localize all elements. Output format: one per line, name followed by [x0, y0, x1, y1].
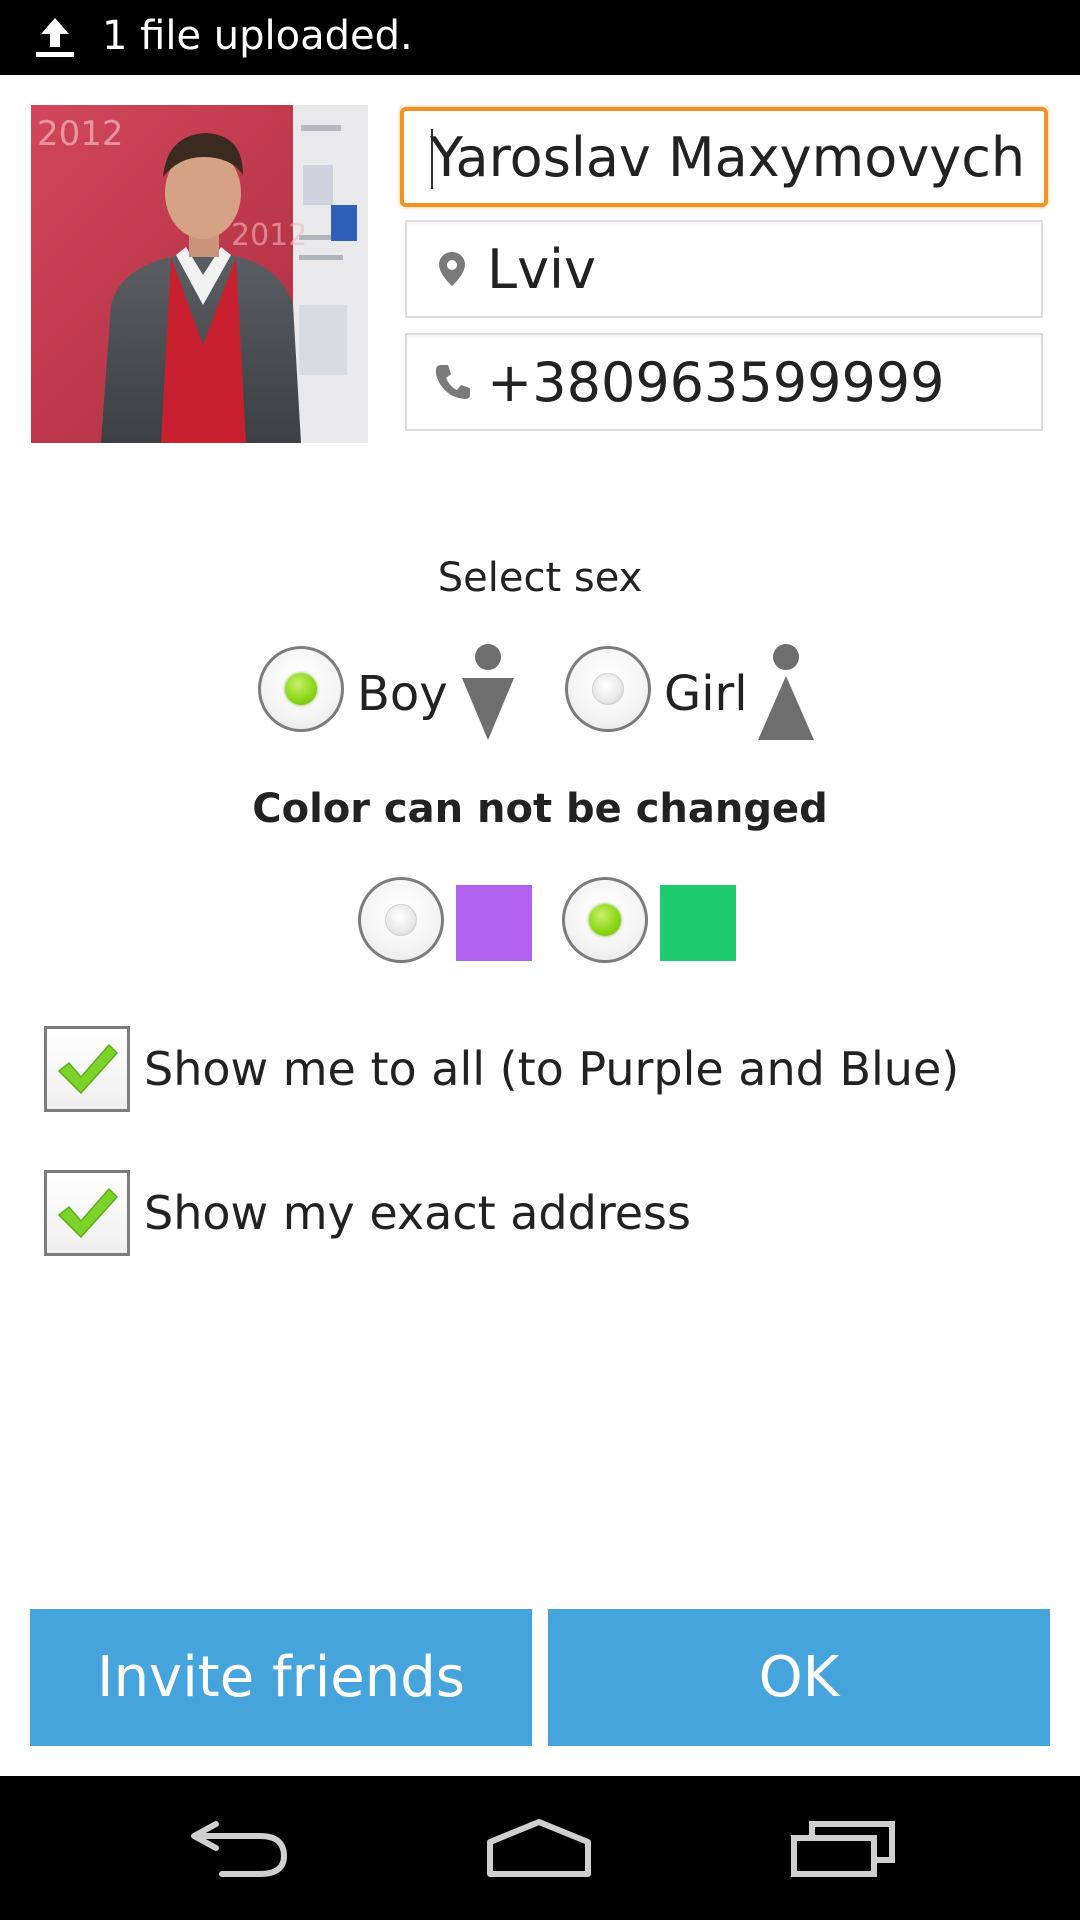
checkmark-icon: [57, 1043, 119, 1095]
phone-field[interactable]: +380963599999: [405, 333, 1043, 431]
color-label: Color can not be changed: [252, 786, 828, 832]
name-field-value: Yaroslav Maxymovych: [430, 125, 1026, 189]
female-icon: [758, 644, 814, 740]
city-field[interactable]: Lviv: [405, 220, 1043, 318]
navigation-bar: [0, 1776, 1080, 1920]
phone-icon: [435, 365, 470, 399]
checkmark-icon: [57, 1187, 119, 1239]
show-to-all-checkbox[interactable]: [44, 1026, 130, 1112]
invite-friends-button[interactable]: Invite friends: [30, 1609, 532, 1746]
location-pin-icon: [439, 252, 465, 286]
show-exact-address-checkbox[interactable]: [44, 1170, 130, 1256]
radio-dot: [589, 904, 621, 936]
purple-color-swatch: [456, 885, 532, 961]
svg-text:2012: 2012: [37, 114, 124, 154]
boy-radio[interactable]: [258, 646, 344, 732]
phone-field-value: +380963599999: [487, 350, 945, 414]
radio-dot: [385, 904, 417, 936]
status-bar: 1 file uploaded.: [0, 0, 1080, 75]
city-field-value: Lviv: [487, 237, 597, 301]
radio-dot: [592, 673, 624, 705]
recent-apps-icon[interactable]: [790, 1816, 898, 1880]
radio-dot: [285, 673, 317, 705]
show-exact-address-label[interactable]: Show my exact address: [144, 1183, 691, 1243]
green-color-swatch: [660, 885, 736, 961]
select-sex-label: Select sex: [437, 555, 643, 601]
ok-button[interactable]: OK: [548, 1609, 1050, 1746]
girl-label[interactable]: Girl: [664, 664, 748, 724]
boy-label[interactable]: Boy: [357, 664, 448, 724]
notification-text: 1 file uploaded.: [102, 13, 413, 59]
name-field[interactable]: Yaroslav Maxymovych: [400, 107, 1048, 207]
male-icon: [462, 644, 514, 740]
back-icon[interactable]: [186, 1816, 292, 1880]
purple-color-radio[interactable]: [358, 877, 444, 963]
profile-photo-image: 2012 2012: [31, 105, 368, 443]
profile-photo[interactable]: 2012 2012: [31, 105, 368, 443]
show-to-all-label[interactable]: Show me to all (to Purple and Blue): [144, 1039, 959, 1099]
green-color-radio[interactable]: [562, 877, 648, 963]
girl-radio[interactable]: [565, 646, 651, 732]
upload-icon: [36, 18, 74, 57]
home-icon[interactable]: [482, 1816, 596, 1880]
svg-text:2012: 2012: [231, 218, 307, 253]
